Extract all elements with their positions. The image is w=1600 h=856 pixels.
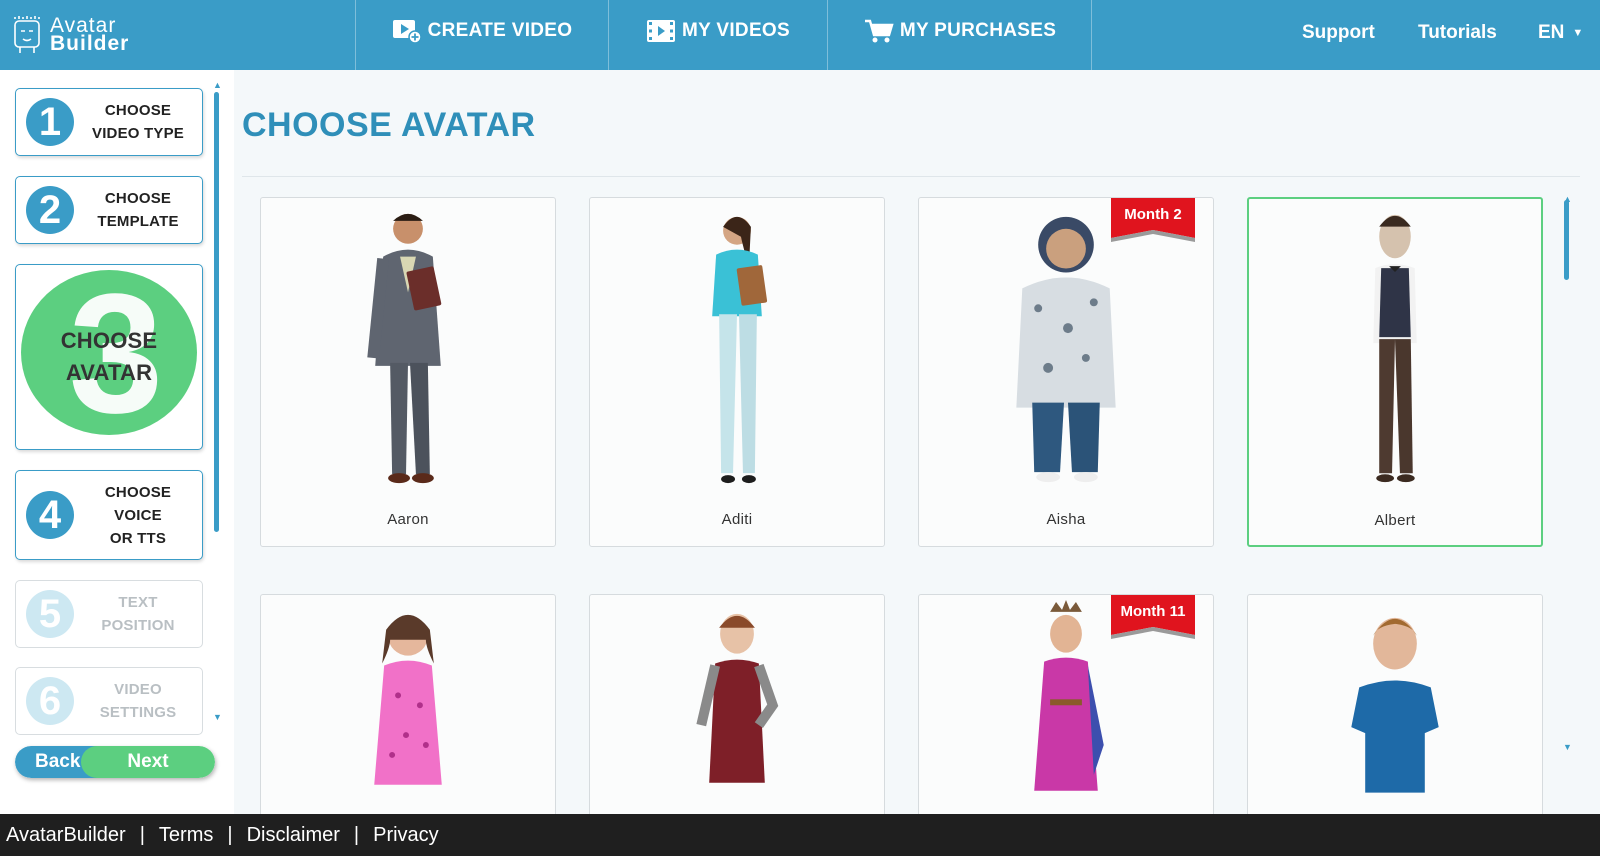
nav-my-videos-label: MY VIDEOS bbox=[682, 20, 790, 41]
avatar-image bbox=[1373, 214, 1417, 483]
avatar-card[interactable] bbox=[260, 594, 556, 814]
steps-sidebar: 1 CHOOSE VIDEO TYPE 2 CHOOSE TEMPLATE 3 … bbox=[0, 70, 232, 814]
nav-my-purchases[interactable]: MY PURCHASES bbox=[828, 0, 1092, 62]
avatar-image bbox=[696, 613, 779, 783]
language-dropdown[interactable]: EN ▼ bbox=[1538, 0, 1583, 66]
avatar-image bbox=[367, 213, 442, 484]
avatar-name: Aditi bbox=[721, 511, 753, 528]
top-navbar: Avatar Builder CREATE VIDEO MY VIDEOS MY… bbox=[0, 0, 1600, 70]
scroll-down-arrow-icon[interactable]: ▼ bbox=[213, 712, 222, 722]
language-label: EN bbox=[1538, 22, 1565, 43]
logo-face-icon bbox=[14, 16, 40, 53]
caret-down-icon: ▼ bbox=[1572, 27, 1584, 39]
support-link[interactable]: Support bbox=[1302, 0, 1375, 66]
avatar-card-albert[interactable]: Albert bbox=[1247, 197, 1543, 547]
nav-create-video-label: CREATE VIDEO bbox=[427, 20, 573, 41]
month-ribbon: Month 2 bbox=[1111, 198, 1195, 244]
step-6-video-settings: 6 VIDEO SETTINGS bbox=[15, 667, 203, 735]
sidebar-scrollbar[interactable] bbox=[214, 92, 219, 532]
app-logo[interactable]: Avatar Builder bbox=[12, 10, 352, 60]
footer-separator: | bbox=[139, 823, 145, 846]
step-label: CHOOSE VOICE OR TTS bbox=[78, 471, 198, 559]
step-5-text-position: 5 TEXT POSITION bbox=[15, 580, 203, 648]
video-plus-icon bbox=[392, 20, 422, 44]
step-label-line: TEXT bbox=[118, 594, 158, 611]
avatar-image bbox=[374, 614, 442, 785]
step-2-choose-template[interactable]: 2 CHOOSE TEMPLATE bbox=[15, 176, 203, 244]
page-title: CHOOSE AVATAR bbox=[242, 106, 536, 144]
avatar-card[interactable]: Month 11 bbox=[918, 594, 1214, 814]
step-label: CHOOSE VIDEO TYPE bbox=[78, 89, 198, 155]
step-label: VIDEO SETTINGS bbox=[78, 668, 198, 734]
step-label-line: VIDEO bbox=[114, 681, 162, 698]
cart-icon bbox=[864, 19, 894, 43]
step-number-badge: 6 bbox=[26, 677, 74, 725]
step-label: CHOOSE TEMPLATE bbox=[78, 177, 198, 243]
step-label-line: VOICE bbox=[114, 506, 162, 524]
step-number-badge: 4 bbox=[26, 491, 74, 539]
avatar-name: Aaron bbox=[387, 511, 429, 528]
step-number-badge: 2 bbox=[26, 186, 74, 234]
footer-separator: | bbox=[227, 823, 233, 846]
avatar-grid-scrollbar[interactable] bbox=[1564, 200, 1569, 280]
step-number-badge: 5 bbox=[26, 590, 74, 638]
ribbon-label: Month 2 bbox=[1124, 206, 1182, 223]
footer-privacy-link[interactable]: Privacy bbox=[373, 824, 439, 847]
logo-line-2: Builder bbox=[50, 32, 130, 55]
wizard-nav-buttons: Back Next bbox=[15, 746, 215, 778]
film-icon bbox=[647, 20, 676, 42]
avatar-card-aditi[interactable]: Aditi bbox=[589, 197, 885, 547]
footer-separator: | bbox=[353, 823, 360, 846]
scroll-down-arrow-icon[interactable]: ▼ bbox=[1563, 742, 1572, 752]
avatar-card-aisha[interactable]: Month 2 Aisha bbox=[918, 197, 1214, 547]
step-label-line: CHOOSE bbox=[104, 483, 172, 501]
step-label-line: CHOOSE bbox=[104, 102, 172, 119]
avatar-image bbox=[1351, 617, 1439, 793]
scroll-up-arrow-icon[interactable]: ▲ bbox=[213, 80, 222, 90]
step-3-choose-avatar[interactable]: 3 CHOOSE AVATAR bbox=[15, 264, 203, 450]
step-label-line: OR TTS bbox=[109, 529, 167, 547]
step-1-choose-video-type[interactable]: 1 CHOOSE VIDEO TYPE bbox=[15, 88, 203, 156]
footer-brand-link[interactable]: AvatarBuilder bbox=[6, 824, 126, 847]
step-label-line: VIDEO TYPE bbox=[91, 125, 185, 142]
step-label-line: POSITION bbox=[101, 617, 175, 634]
avatar-image bbox=[712, 216, 768, 484]
avatar-card[interactable] bbox=[1247, 594, 1543, 814]
step-label: CHOOSE AVATAR bbox=[16, 265, 202, 449]
next-button[interactable]: Next bbox=[81, 746, 215, 778]
step-number-badge: 1 bbox=[26, 98, 74, 146]
main-content: CHOOSE AVATAR Aaron Aditi Month 2 Aisha … bbox=[234, 70, 1600, 814]
footer: AvatarBuilder | Terms | Disclaimer | Pri… bbox=[0, 814, 1600, 856]
ribbon-label: Month 11 bbox=[1120, 603, 1186, 620]
step-label-line: SETTINGS bbox=[99, 704, 177, 721]
avatar-card[interactable] bbox=[589, 594, 885, 814]
step-label-line: CHOOSE bbox=[60, 328, 158, 353]
nav-my-videos[interactable]: MY VIDEOS bbox=[609, 0, 827, 62]
month-ribbon: Month 11 bbox=[1111, 595, 1195, 641]
step-label: TEXT POSITION bbox=[78, 581, 198, 647]
step-label-line: AVATAR bbox=[65, 360, 153, 385]
step-label-line: TEMPLATE bbox=[97, 213, 179, 230]
nav-divider bbox=[1091, 0, 1092, 70]
nav-my-purchases-label: MY PURCHASES bbox=[899, 20, 1057, 41]
footer-disclaimer-link[interactable]: Disclaimer bbox=[247, 824, 340, 847]
avatar-card-aaron[interactable]: Aaron bbox=[260, 197, 556, 547]
step-label-line: CHOOSE bbox=[104, 190, 172, 207]
footer-terms-link[interactable]: Terms bbox=[159, 824, 213, 847]
avatar-name: Albert bbox=[1374, 512, 1416, 529]
divider bbox=[242, 176, 1580, 177]
avatar-name: Aisha bbox=[1046, 511, 1086, 528]
nav-create-video[interactable]: CREATE VIDEO bbox=[356, 0, 608, 62]
step-4-choose-voice[interactable]: 4 CHOOSE VOICE OR TTS bbox=[15, 470, 203, 560]
tutorials-link[interactable]: Tutorials bbox=[1418, 0, 1497, 66]
